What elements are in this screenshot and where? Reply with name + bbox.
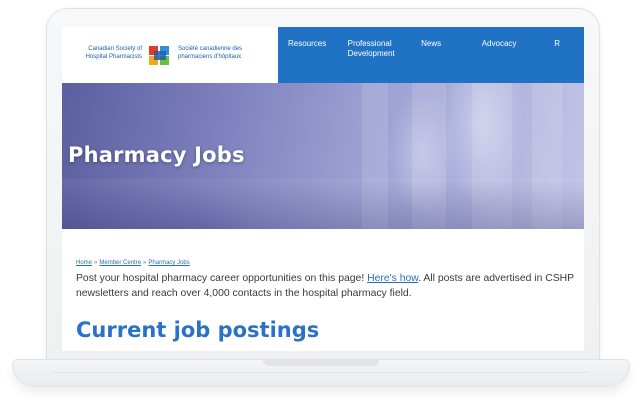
cshp-logo-icon <box>149 46 169 65</box>
intro-paragraph: Post your hospital pharmacy career oppor… <box>76 271 576 301</box>
site-header: Canadian Society of Hospital Pharmacists… <box>62 27 584 83</box>
nav-item-truncated[interactable]: R <box>544 27 584 83</box>
hero-floor <box>62 179 584 229</box>
nav-label: Professional <box>347 39 392 48</box>
heres-how-link[interactable]: Here's how <box>367 273 418 284</box>
section-heading: Current job postings <box>76 318 320 342</box>
nav-label-line2: Development <box>347 49 395 58</box>
site-logo[interactable]: Canadian Society of Hospital Pharmacists… <box>62 27 278 83</box>
nav-label: News <box>421 39 442 48</box>
logo-french-name: Société canadienne des pharmaciens d'hôp… <box>178 46 274 61</box>
logo-fr-line1: Société canadienne des <box>178 46 243 52</box>
nav-item-resources[interactable]: Resources <box>278 27 338 83</box>
nav-item-news[interactable]: News <box>411 27 472 83</box>
breadcrumb-member-centre[interactable]: Member Centre <box>99 260 141 266</box>
breadcrumb: Home» Member Centre» Pharmacy Jobs <box>76 260 190 266</box>
breadcrumb-separator: » <box>94 260 98 266</box>
laptop-edge <box>53 372 589 374</box>
nav-label: R <box>554 39 561 48</box>
logo-fr-line2: pharmaciens d'hôpitaux <box>178 53 242 60</box>
nav-label: Advocacy <box>481 39 517 48</box>
laptop-notch <box>263 360 379 366</box>
nav-item-professional-development[interactable]: Professional Development <box>338 27 412 83</box>
intro-text: Post your hospital pharmacy career oppor… <box>76 273 368 284</box>
hero-banner: Pharmacy Jobs <box>62 83 584 229</box>
page-title: Pharmacy Jobs <box>68 143 245 167</box>
breadcrumb-home[interactable]: Home <box>76 260 92 266</box>
logo-en-line2: Hospital Pharmacists <box>85 53 142 60</box>
logo-english-name: Canadian Society of Hospital Pharmacists <box>66 46 142 61</box>
logo-en-line1: Canadian Society of <box>88 46 142 52</box>
nav-item-advocacy[interactable]: Advocacy <box>472 27 545 83</box>
breadcrumb-pharmacy-jobs[interactable]: Pharmacy Jobs <box>148 260 189 266</box>
nav-label: Resources <box>288 39 327 48</box>
breadcrumb-separator: » <box>143 260 147 266</box>
laptop-base <box>12 359 630 387</box>
browser-screen: Canadian Society of Hospital Pharmacists… <box>62 27 584 351</box>
main-content: Home» Member Centre» Pharmacy Jobs Post yo… <box>62 229 584 351</box>
main-nav: Resources Professional Development News … <box>278 27 584 83</box>
